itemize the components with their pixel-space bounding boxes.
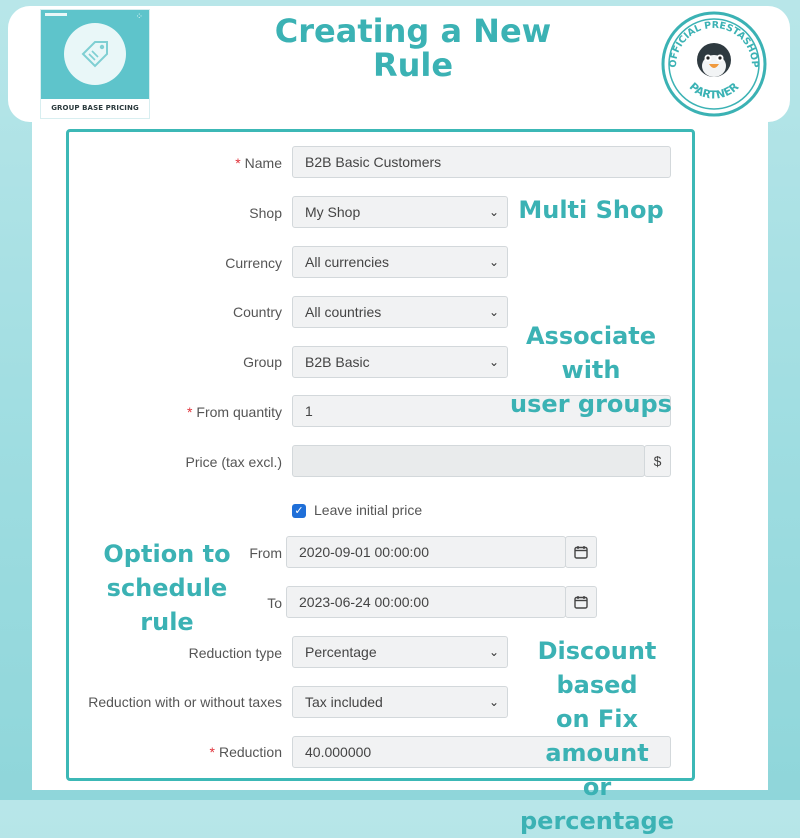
from-quantity-label: * From quantity: [186, 404, 282, 420]
price-label: Price (tax excl.): [185, 454, 282, 470]
reduction-tax-label: Reduction with or without taxes: [88, 694, 282, 710]
group-label: Group: [243, 354, 282, 370]
reduction-type-select[interactable]: Percentage ⌄: [292, 636, 508, 668]
currency-select-value: All currencies: [305, 254, 390, 270]
reduction-type-select-value: Percentage: [305, 644, 377, 660]
chevron-down-icon: ⌄: [488, 695, 499, 709]
reduction-tax-select[interactable]: Tax included ⌄: [292, 686, 508, 718]
discount-callout: Discount based on Fix amount or percenta…: [519, 637, 674, 835]
shop-select[interactable]: My Shop ⌄: [292, 196, 508, 228]
puffin-mascot-icon: [697, 43, 731, 77]
from-calendar-button[interactable]: [565, 536, 597, 568]
reduction-label: * Reduction: [209, 744, 283, 760]
reduction-type-label: Reduction type: [188, 645, 282, 661]
from-date-input[interactable]: 2020-09-01 00:00:00: [286, 536, 566, 568]
group-select[interactable]: B2B Basic ⌄: [292, 346, 508, 378]
currency-label: Currency: [225, 255, 282, 271]
shop-select-value: My Shop: [305, 204, 361, 220]
country-select-value: All countries: [305, 304, 382, 320]
country-select[interactable]: All countries ⌄: [292, 296, 508, 328]
page-title: Creating a New Rule: [238, 14, 588, 82]
country-label: Country: [232, 304, 282, 320]
module-logo: ⁘ GROUP BASE PRICING: [40, 9, 150, 119]
schedule-callout: Option to schedule rule: [103, 540, 231, 636]
name-label: * Name: [235, 155, 282, 171]
to-date-input[interactable]: 2023-06-24 00:00:00: [286, 586, 566, 618]
currency-select[interactable]: All currencies ⌄: [292, 246, 508, 278]
price-tag-icon: [81, 41, 108, 68]
chevron-down-icon: ⌄: [488, 255, 499, 269]
chevron-down-icon: ⌄: [488, 645, 499, 659]
leave-initial-price-checkbox[interactable]: ✓: [292, 504, 306, 518]
page-title-line2: Rule: [372, 46, 454, 84]
to-calendar-button[interactable]: [565, 586, 597, 618]
multi-shop-callout: Multi Shop: [518, 196, 664, 224]
user-groups-callout: Associate with user groups: [510, 322, 672, 418]
chevron-down-icon: ⌄: [488, 205, 499, 219]
reduction-tax-select-value: Tax included: [305, 694, 383, 710]
price-input[interactable]: [292, 445, 645, 477]
currency-addon: $: [644, 445, 671, 477]
module-logo-label: GROUP BASE PRICING: [41, 99, 149, 118]
leave-initial-price-label: Leave initial price: [314, 502, 423, 518]
prestashop-partner-badge: OFFICIAL PRESTASHOP PARTNER: [661, 11, 767, 117]
calendar-icon: [574, 596, 588, 609]
shop-label: Shop: [249, 205, 282, 221]
page-title-line1: Creating a New: [274, 12, 552, 50]
group-select-value: B2B Basic: [305, 354, 370, 370]
name-input[interactable]: B2B Basic Customers: [292, 146, 671, 178]
calendar-icon: [574, 546, 588, 559]
